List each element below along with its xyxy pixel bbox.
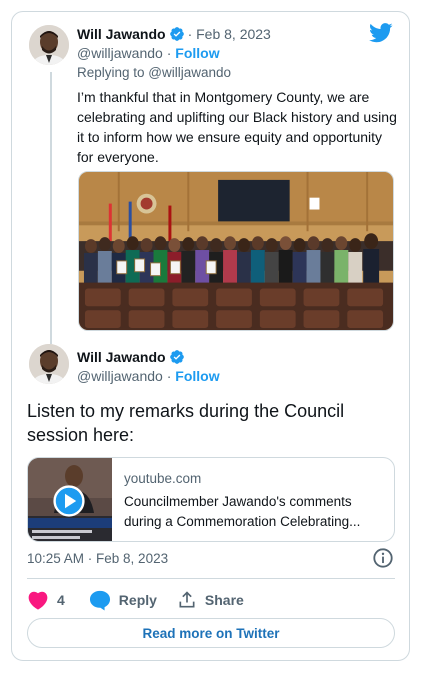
follow-button[interactable]: Follow	[175, 368, 219, 384]
author-name[interactable]: Will Jawando	[77, 26, 166, 42]
heart-icon	[28, 591, 48, 610]
speech-bubble-icon	[89, 590, 110, 611]
tweet-timestamp[interactable]: 10:25 AM · Feb 8, 2023	[27, 551, 168, 566]
share-upload-icon	[179, 591, 195, 608]
share-label: Share	[204, 592, 244, 608]
embedded-tweet-card: Will Jawando · Feb 8, 2023 @willjawando …	[11, 11, 410, 661]
tweet-text: I’m thankful that in Montgomery County, …	[77, 89, 397, 165]
reply-label: Reply	[118, 592, 157, 608]
link-title: Councilmember Jawando's comments during …	[124, 492, 386, 532]
replying-to-handle[interactable]: @willjawando	[148, 65, 231, 80]
action-bar: 4 Reply Share	[27, 588, 244, 612]
share-button[interactable]: Share	[177, 590, 244, 610]
play-icon[interactable]	[53, 485, 85, 517]
reply-button[interactable]: Reply	[89, 590, 157, 611]
separator: ·	[166, 45, 172, 61]
handle-row: @willjawando · Follow	[77, 45, 220, 61]
divider	[27, 578, 395, 579]
link-title-line: Councilmember Jawando's comments	[124, 494, 352, 509]
verified-badge-icon	[169, 350, 184, 364]
like-count: 4	[57, 592, 65, 608]
link-title-line: during a Commemoration Celebrating...	[124, 514, 361, 529]
avatar[interactable]	[29, 25, 69, 65]
twitter-bird-icon[interactable]	[369, 23, 393, 43]
link-preview-card[interactable]: youtube.com Councilmember Jawando's comm…	[27, 457, 395, 542]
info-icon[interactable]	[372, 547, 394, 569]
thread-line	[50, 72, 52, 344]
link-domain: youtube.com	[124, 471, 202, 486]
verified-badge-icon	[169, 27, 184, 41]
follow-button[interactable]: Follow	[175, 45, 219, 61]
replying-to-prefix: Replying to	[77, 65, 149, 80]
link-thumbnail	[28, 458, 112, 541]
author-row: Will Jawando · Feb 8, 2023	[77, 26, 271, 42]
tweet-photo[interactable]	[78, 171, 394, 331]
author-name[interactable]: Will Jawando	[77, 349, 166, 365]
read-more-button[interactable]: Read more on Twitter	[27, 618, 395, 648]
tweet-date[interactable]: · Feb 8, 2023	[188, 26, 271, 42]
author-row: Will Jawando	[77, 349, 185, 365]
replying-to: Replying to @willjawando	[77, 65, 231, 80]
separator: ·	[166, 368, 172, 384]
handle-row: @willjawando · Follow	[77, 368, 220, 384]
like-button[interactable]: 4	[27, 590, 65, 610]
avatar[interactable]	[29, 344, 69, 384]
tweet-text: Listen to my remarks during the Council …	[27, 401, 345, 445]
author-handle[interactable]: @willjawando	[77, 45, 163, 61]
author-handle[interactable]: @willjawando	[77, 368, 163, 384]
